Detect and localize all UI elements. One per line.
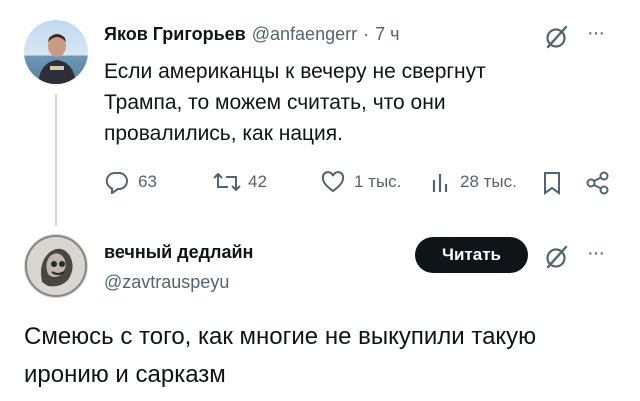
author-name[interactable]: Яков Григорьев: [104, 24, 246, 45]
repost-button[interactable]: 42: [212, 170, 267, 194]
views-button[interactable]: 28 тыс.: [430, 170, 517, 194]
reply-count: 63: [138, 172, 157, 191]
tweet-text-line: Трампа, то можем считать, что они: [104, 91, 446, 114]
action-bar: 63 42 1 тыс. 28 тыс.: [0, 170, 640, 198]
avatar[interactable]: [24, 234, 88, 298]
more-icon[interactable]: ···: [587, 242, 605, 265]
tweet-text-line: провалились, как нация.: [104, 122, 343, 145]
repost-count: 42: [248, 172, 267, 191]
share-button[interactable]: [585, 170, 611, 196]
grok-icon[interactable]: [544, 244, 570, 270]
like-icon: [320, 170, 346, 194]
author-handle[interactable]: @zavtrauspeyu: [104, 272, 229, 293]
grok-icon[interactable]: [544, 24, 570, 50]
avatar[interactable]: [24, 20, 88, 84]
separator: ·: [363, 24, 370, 44]
more-icon[interactable]: ···: [587, 22, 605, 45]
views-icon: [430, 170, 454, 194]
bookmark-button[interactable]: [541, 170, 563, 196]
tweet-text-line: иронию и сарказм: [24, 361, 226, 388]
thread-line: [55, 94, 57, 226]
author-name[interactable]: вечный дедлайн: [104, 242, 253, 263]
like-count: 1 тыс.: [354, 172, 402, 191]
reply-icon: [104, 170, 130, 194]
author-handle[interactable]: @anfaengerr: [252, 24, 357, 45]
like-button[interactable]: 1 тыс.: [320, 170, 401, 194]
follow-button[interactable]: Читать: [415, 237, 528, 273]
tweet-text-line: Смеюсь с того, как многие не выкупили та…: [24, 323, 537, 350]
repost-icon: [212, 170, 242, 194]
tweet-time[interactable]: 7 ч: [375, 24, 399, 45]
share-icon: [585, 170, 611, 196]
bookmark-icon: [541, 170, 563, 196]
tweet-text-line: Если американцы к вечеру не свергнут: [104, 60, 486, 83]
views-count: 28 тыс.: [460, 172, 517, 191]
reply-button[interactable]: 63: [104, 170, 157, 194]
